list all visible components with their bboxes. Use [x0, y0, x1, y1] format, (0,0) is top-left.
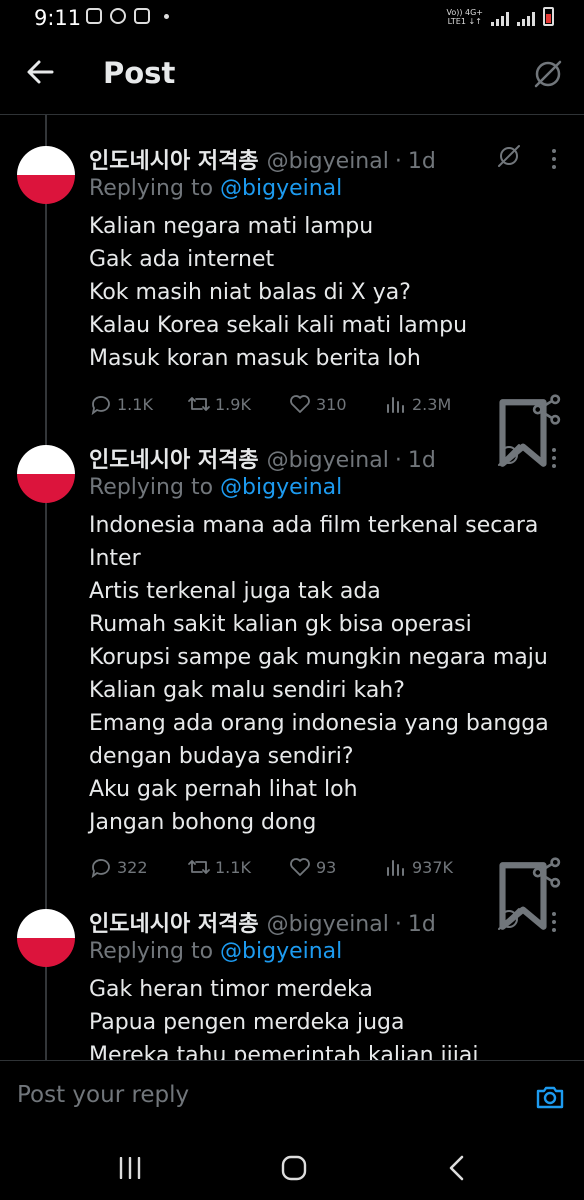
- avatar[interactable]: [17, 445, 75, 503]
- more-options-icon[interactable]: [548, 910, 560, 934]
- reply-input[interactable]: [17, 1078, 497, 1112]
- gallery-icon: [86, 8, 102, 24]
- reply-icon: [91, 396, 110, 416]
- share-icon[interactable]: [529, 855, 564, 890]
- tweet-text: Indonesia mana ada film terkenal secara …: [89, 513, 549, 835]
- repost-button[interactable]: 1.1K: [187, 855, 251, 879]
- replying-to: Replying to @bigyeinal: [89, 475, 343, 500]
- timestamp[interactable]: 1d: [408, 912, 436, 937]
- tweet-text: Gak heran timor merdeka Papua pengen mer…: [89, 977, 479, 1060]
- mention-link[interactable]: @bigyeinal: [220, 475, 342, 500]
- display-name[interactable]: 인도네시아 저격총: [89, 143, 259, 175]
- handle[interactable]: @bigyeinal: [267, 149, 389, 174]
- notification-icons: [86, 8, 169, 24]
- grok-icon[interactable]: [496, 442, 522, 468]
- heart-icon: [290, 858, 310, 876]
- back-arrow-icon[interactable]: [24, 56, 56, 88]
- share-icon[interactable]: [529, 392, 564, 427]
- repost-icon: [188, 860, 210, 874]
- signal-icon: [491, 10, 509, 26]
- reply-icon: [91, 859, 110, 879]
- views-icon: [387, 860, 404, 876]
- display-name[interactable]: 인도네시아 저격총: [89, 906, 259, 938]
- avatar[interactable]: [17, 146, 75, 204]
- reply-button[interactable]: 1.1K: [89, 392, 153, 416]
- signal-icon-2: [517, 10, 535, 26]
- recent-apps-icon[interactable]: [118, 1157, 142, 1179]
- tweet-actions: 322 1.1K 93 937K: [89, 855, 564, 930]
- views-icon: [387, 397, 404, 413]
- status-time: 9:11: [34, 6, 82, 30]
- grok-icon[interactable]: [496, 143, 522, 169]
- header: Post: [0, 36, 584, 114]
- header-divider: [0, 114, 584, 115]
- home-icon[interactable]: [281, 1155, 307, 1181]
- timestamp[interactable]: 1d: [408, 448, 436, 473]
- instagram-icon: [134, 8, 150, 24]
- repost-icon: [188, 397, 210, 411]
- views-button[interactable]: 937K: [384, 855, 453, 879]
- more-options-icon[interactable]: [548, 147, 560, 171]
- mention-link[interactable]: @bigyeinal: [220, 939, 342, 964]
- timestamp[interactable]: 1d: [408, 149, 436, 174]
- nav-back-icon[interactable]: [446, 1155, 468, 1181]
- tweet-text: Kalian negara mati lampu Gak ada interne…: [89, 214, 468, 371]
- network-indicator: Vo)) 4G+ LTE1 ↓↑: [446, 8, 483, 26]
- battery-icon: [543, 7, 554, 26]
- replying-to: Replying to @bigyeinal: [89, 176, 343, 201]
- like-button[interactable]: 93: [288, 855, 336, 879]
- more-notifications-icon: [164, 13, 169, 19]
- more-options-icon[interactable]: [548, 446, 560, 470]
- handle[interactable]: @bigyeinal: [267, 448, 389, 473]
- views-button[interactable]: 2.3M: [384, 392, 451, 416]
- status-bar: 9:11 Vo)) 4G+ LTE1 ↓↑: [0, 0, 584, 36]
- grok-icon[interactable]: [532, 58, 564, 90]
- tweet-header: 인도네시아 저격총 @bigyeinal · 1d: [89, 442, 436, 474]
- mention-link[interactable]: @bigyeinal: [220, 176, 342, 201]
- display-name[interactable]: 인도네시아 저격총: [89, 442, 259, 474]
- page-title: Post: [103, 56, 176, 90]
- whatsapp-icon: [110, 8, 126, 24]
- avatar[interactable]: [17, 909, 75, 967]
- system-nav-bar: [0, 1123, 584, 1200]
- reply-button[interactable]: 322: [89, 855, 148, 879]
- grok-icon[interactable]: [496, 906, 522, 932]
- tweet-actions: 1.1K 1.9K 310 2.3M: [89, 392, 564, 467]
- tweet-header: 인도네시아 저격총 @bigyeinal · 1d: [89, 906, 436, 938]
- handle[interactable]: @bigyeinal: [267, 912, 389, 937]
- replying-to: Replying to @bigyeinal: [89, 939, 343, 964]
- repost-button[interactable]: 1.9K: [187, 392, 251, 416]
- like-button[interactable]: 310: [288, 392, 347, 416]
- tweet-3[interactable]: 인도네시아 저격총 @bigyeinal · 1d Replying to @b…: [0, 906, 584, 1060]
- tweet-header: 인도네시아 저격총 @bigyeinal · 1d: [89, 143, 436, 175]
- heart-icon: [290, 395, 310, 413]
- camera-icon[interactable]: [535, 1082, 565, 1112]
- status-right: Vo)) 4G+ LTE1 ↓↑: [446, 7, 554, 26]
